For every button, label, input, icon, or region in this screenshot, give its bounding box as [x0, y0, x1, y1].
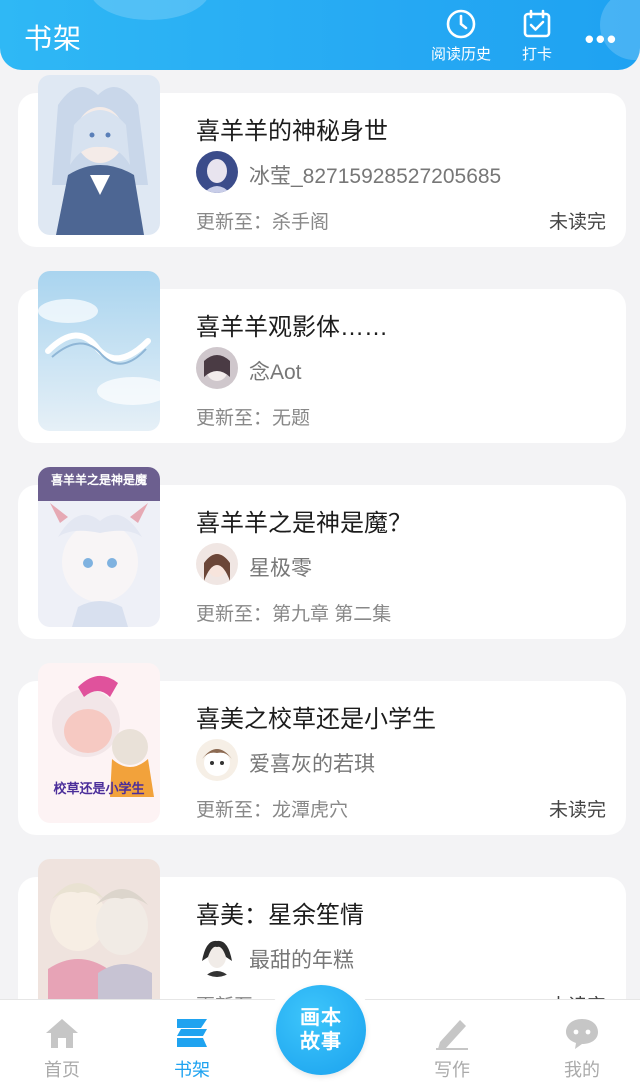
author-avatar[interactable] [196, 347, 238, 389]
author-name[interactable]: 冰莹_82715928527205685 [249, 160, 501, 190]
center-button-line1: 画本 [300, 1007, 342, 1029]
book-cover[interactable]: 喜羊羊之是神是魔 [38, 467, 160, 627]
book-card[interactable]: 喜羊羊之是神是魔 喜羊羊之是神是魔？ 星极零 更新至：第九章 第二集 [18, 467, 626, 639]
book-card[interactable]: 喜羊羊的神秘身世 冰莹_82715928527205685 更新至：杀手阁 未读… [18, 75, 626, 247]
cover-illustration [38, 859, 160, 1000]
author-avatar[interactable] [196, 151, 238, 193]
checkin-label: 打卡 [521, 46, 552, 63]
home-icon [46, 1019, 78, 1048]
checkin-button[interactable]: 打卡 [502, 8, 572, 64]
center-button-line2: 故事 [300, 1031, 342, 1053]
cover-illustration [38, 75, 160, 235]
author-name[interactable]: 星极零 [249, 552, 312, 582]
book-title[interactable]: 喜羊羊的神秘身世 [196, 111, 388, 146]
update-chapter: 更新至：第九章 第二集 [196, 604, 392, 625]
clock-icon [446, 9, 476, 39]
cover-title-text: 校草还是小学生 [53, 781, 144, 797]
calendar-check-icon [523, 9, 551, 38]
author-avatar[interactable] [196, 935, 238, 977]
nav-write[interactable]: 写作 [412, 1016, 492, 1082]
book-title[interactable]: 喜美之校草还是小学生 [196, 699, 436, 734]
top-bar: 书架 阅读历史 打卡 ••• [0, 0, 640, 70]
cover-illustration: 喜羊羊之是神是魔 [38, 467, 160, 627]
read-status: 未读完 [548, 800, 606, 821]
read-status: 未读完 [548, 212, 606, 233]
book-cover[interactable] [38, 271, 160, 431]
book-cover[interactable]: 校草还是小学生 [38, 663, 160, 823]
author-name[interactable]: 最甜的年糕 [249, 944, 354, 974]
update-chapter: 更新至：龙潭虎穴 [196, 800, 349, 821]
page-title: 书架 [24, 23, 83, 54]
more-menu-button[interactable]: ••• [585, 24, 618, 55]
nav-bookshelf[interactable]: 书架 [152, 1016, 232, 1082]
nav-write-label: 写作 [434, 1060, 470, 1080]
bookshelf-icon [177, 1019, 207, 1047]
cover-title-text: 喜羊羊之是神是魔 [51, 472, 148, 487]
header-decoration [90, 0, 210, 20]
cover-illustration [38, 271, 160, 431]
book-title[interactable]: 喜羊羊之是神是魔？ [196, 503, 412, 538]
cover-illustration: 校草还是小学生 [38, 663, 160, 823]
author-name[interactable]: 爱喜灰的若琪 [249, 748, 375, 778]
author-avatar[interactable] [196, 543, 238, 585]
book-card[interactable]: 校草还是小学生 喜美之校草还是小学生 爱喜灰的若琪 更新至：龙潭虎穴 未读完 [18, 663, 626, 835]
update-chapter: 更新至：无题 [196, 408, 311, 429]
nav-home-label: 首页 [44, 1060, 80, 1080]
nav-mine[interactable]: 我的 [542, 1016, 622, 1082]
update-chapter: 更新至：杀手阁 [196, 212, 330, 233]
book-cover[interactable] [38, 75, 160, 235]
reading-history-label: 阅读历史 [430, 46, 491, 63]
reading-history-button[interactable]: 阅读历史 [426, 8, 496, 64]
author-avatar[interactable] [196, 739, 238, 781]
story-creation-button[interactable]: 画本 故事 [276, 985, 366, 1075]
pencil-icon [436, 1020, 468, 1050]
author-name[interactable]: 念Aot [249, 356, 302, 386]
chat-bubble-icon [566, 1019, 598, 1049]
nav-bookshelf-label: 书架 [174, 1060, 210, 1080]
bookshelf-list[interactable]: 喜羊羊的神秘身世 冰莹_82715928527205685 更新至：杀手阁 未读… [0, 70, 640, 1000]
book-cover[interactable] [38, 859, 160, 1000]
book-title[interactable]: 喜羊羊观影体…… [196, 307, 388, 342]
book-title[interactable]: 喜美：星余笙情 [196, 895, 364, 930]
nav-mine-label: 我的 [564, 1060, 600, 1080]
nav-home[interactable]: 首页 [22, 1016, 102, 1082]
book-card[interactable]: 喜羊羊观影体…… 念Aot 更新至：无题 [18, 271, 626, 443]
